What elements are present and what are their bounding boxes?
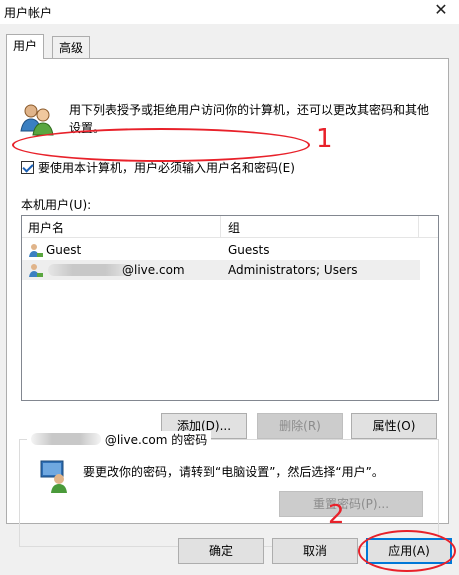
user-icon <box>29 264 43 277</box>
close-icon[interactable]: ✕ <box>429 0 453 22</box>
annotation-number-2: 2 <box>328 500 345 530</box>
row-group: Administrators; Users <box>228 263 358 277</box>
column-divider <box>418 216 419 238</box>
tab-panel-users: 用下列表授予或拒绝用户访问你的计算机，还可以更改其密码和其他设置。 要使用本计算… <box>6 58 449 547</box>
redacted-email <box>31 433 101 445</box>
dialog-body: 用户 高级 用下列表授予或拒绝用户访问你的计算机，还可以更改其密码和其他设置。 … <box>0 24 459 575</box>
column-group[interactable]: 组 <box>228 219 240 236</box>
remove-user-button[interactable]: 删除(R) <box>257 413 343 439</box>
local-users-label: 本机用户(U): <box>21 198 92 212</box>
annotation-number-1: 1 <box>316 124 333 154</box>
cancel-button[interactable]: 取消 <box>272 538 358 564</box>
annotation-ellipse-1 <box>12 128 310 162</box>
properties-button[interactable]: 属性(O) <box>351 413 437 439</box>
user-icon <box>29 244 43 257</box>
tab-users[interactable]: 用户 <box>6 34 45 59</box>
require-password-checkbox[interactable] <box>21 161 34 174</box>
row-username: Guest <box>46 243 82 257</box>
row-group: Guests <box>228 243 270 257</box>
reset-password-button[interactable]: 重置密码(P)... <box>279 491 423 517</box>
redacted-email <box>48 264 130 276</box>
column-username[interactable]: 用户名 <box>28 219 64 236</box>
table-row[interactable]: Guest Guests <box>22 240 438 260</box>
password-group-title: @live.com 的密码 <box>27 431 212 448</box>
row-username: @live.com <box>122 263 185 277</box>
users-list[interactable]: 用户名 组 Guest Guests @live.com Administrat… <box>21 215 439 401</box>
tab-advanced[interactable]: 高级 <box>52 36 91 58</box>
password-group-title-text: @live.com 的密码 <box>104 433 208 447</box>
ok-button[interactable]: 确定 <box>178 538 264 564</box>
window-title: 用户帐户 <box>4 6 53 20</box>
column-divider <box>220 216 221 238</box>
list-header: 用户名 组 <box>22 216 438 238</box>
table-row[interactable]: @live.com Administrators; Users <box>22 260 420 280</box>
title-bar: 用户帐户 ✕ <box>0 0 459 24</box>
annotation-ellipse-2 <box>358 530 456 572</box>
users-icon <box>20 104 54 136</box>
password-info-text: 要更改你的密码，请转到“电脑设置”，然后选择“用户”。 <box>83 465 384 479</box>
user-key-icon <box>40 460 67 493</box>
